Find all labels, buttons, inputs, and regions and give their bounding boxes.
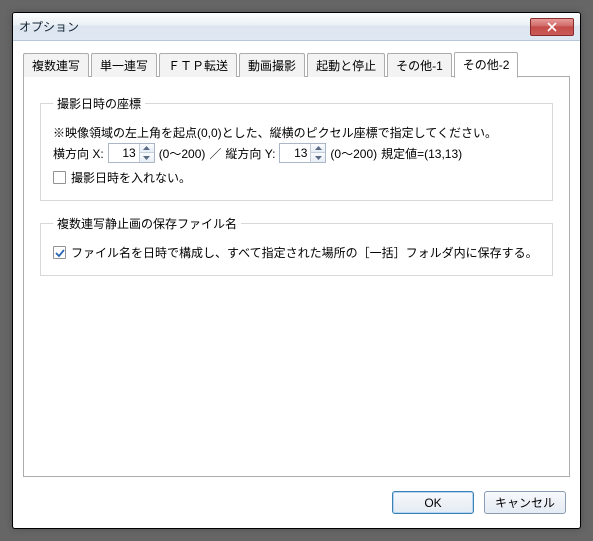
filename-datetime-checkbox[interactable]: ファイル名を日時で構成し、すべて指定された場所の［一括］フォルダ内に保存する。 [53, 244, 538, 261]
ok-button[interactable]: OK [392, 491, 474, 514]
spin-up[interactable] [311, 144, 325, 153]
y-label: 縦方向 Y: [225, 145, 275, 162]
close-icon [547, 22, 557, 32]
checkbox-row: 撮影日時を入れない。 [53, 169, 540, 186]
y-input[interactable] [280, 144, 310, 162]
chevron-up-icon [315, 146, 322, 150]
tab-panel: 撮影日時の座標 ※映像領域の左上角を起点(0,0)とした、縦横のピクセル座標で指… [23, 76, 570, 477]
tab-startstop[interactable]: 起動と停止 [307, 53, 385, 77]
x-label: 横方向 X: [53, 145, 104, 162]
spin-up[interactable] [140, 144, 154, 153]
dialog: オプション 複数連写 単一連写 ＦＴＰ転送 動画撮影 起動と停止 その他-1 そ… [12, 12, 581, 529]
tab-strip: 複数連写 単一連写 ＦＴＰ転送 動画撮影 起動と停止 その他-1 その他-2 [23, 53, 570, 77]
tab-single-burst[interactable]: 単一連写 [91, 53, 157, 77]
chevron-down-icon [315, 156, 322, 160]
no-datetime-checkbox[interactable]: 撮影日時を入れない。 [53, 169, 191, 186]
client-area: 複数連写 単一連写 ＦＴＰ転送 動画撮影 起動と停止 その他-1 その他-2 撮… [23, 53, 570, 474]
close-button[interactable] [530, 18, 574, 36]
x-range: (0～200) [159, 145, 206, 162]
coord-sep: ／ [209, 145, 221, 162]
chevron-down-icon [143, 156, 150, 160]
group-datetime-coords: 撮影日時の座標 ※映像領域の左上角を起点(0,0)とした、縦横のピクセル座標で指… [40, 95, 553, 201]
tab-other1[interactable]: その他-1 [387, 53, 452, 77]
coords-row: 横方向 X: (0～200) ／ 縦方向 Y: [53, 143, 540, 163]
cancel-button[interactable]: キャンセル [484, 491, 566, 514]
chevron-up-icon [143, 146, 150, 150]
y-range: (0～200) [330, 145, 377, 162]
tab-multi-burst[interactable]: 複数連写 [23, 53, 89, 77]
window-title: オプション [19, 18, 79, 35]
checkbox-label: 撮影日時を入れない。 [71, 169, 191, 186]
x-input[interactable] [109, 144, 139, 162]
spin-down[interactable] [140, 153, 154, 162]
tab-other2[interactable]: その他-2 [454, 52, 519, 78]
default-text: 規定値=(13,13) [381, 145, 462, 162]
spinner-buttons [139, 144, 154, 162]
checkbox-box [53, 246, 66, 259]
tab-ftp[interactable]: ＦＴＰ転送 [159, 53, 237, 77]
group-legend: 撮影日時の座標 [53, 95, 145, 112]
checkbox-row: ファイル名を日時で構成し、すべて指定された場所の［一括］フォルダ内に保存する。 [53, 244, 540, 261]
spinner-buttons [310, 144, 325, 162]
group-legend: 複数連写静止画の保存ファイル名 [53, 215, 241, 232]
spin-down[interactable] [311, 153, 325, 162]
checkbox-label: ファイル名を日時で構成し、すべて指定された場所の［一括］フォルダ内に保存する。 [71, 244, 538, 261]
check-icon [55, 248, 65, 258]
group-filename: 複数連写静止画の保存ファイル名 ファイル名を日時で構成し、すべて指定された場所の… [40, 215, 553, 276]
checkbox-box [53, 171, 66, 184]
y-spinner[interactable] [279, 143, 326, 163]
note-text: ※映像領域の左上角を起点(0,0)とした、縦横のピクセル座標で指定してください。 [53, 124, 540, 141]
dialog-footer: OK キャンセル [392, 491, 566, 514]
tab-video[interactable]: 動画撮影 [239, 53, 305, 77]
x-spinner[interactable] [108, 143, 155, 163]
titlebar: オプション [13, 13, 580, 41]
